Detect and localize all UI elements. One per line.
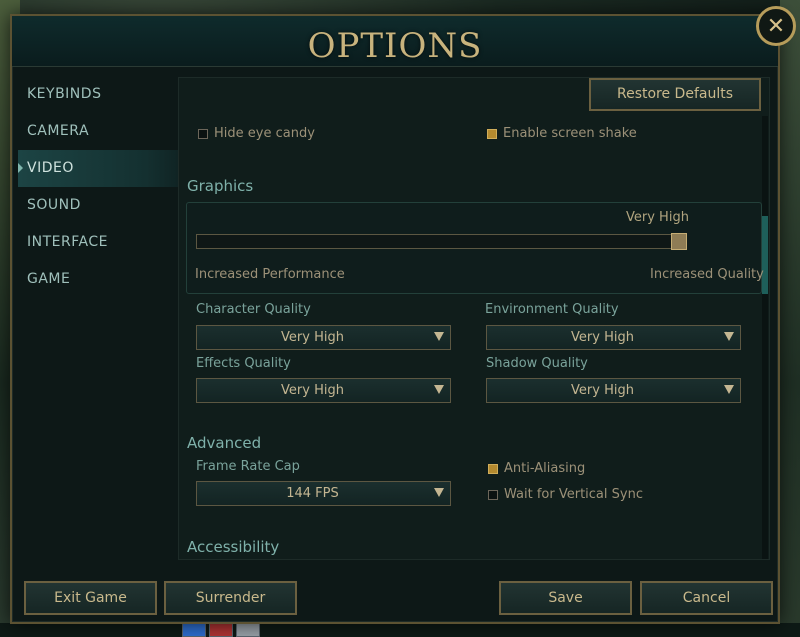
chevron-down-icon — [434, 385, 444, 394]
chevron-down-icon — [724, 332, 734, 341]
sidebar-item-interface[interactable]: INTERFACE — [18, 224, 178, 261]
save-button[interactable]: Save — [499, 581, 632, 615]
graphics-preset-value: Very High — [626, 210, 689, 225]
frame-rate-cap-label: Frame Rate Cap — [196, 459, 300, 474]
environment-quality-select[interactable]: Very High — [486, 325, 741, 350]
vsync-checkbox[interactable] — [488, 490, 498, 500]
taskbar-app-icon[interactable] — [182, 623, 206, 637]
sidebar: KEYBINDS CAMERA VIDEO SOUND INTERFACE GA… — [18, 76, 178, 298]
exit-game-button[interactable]: Exit Game — [24, 581, 157, 615]
enable-screen-shake-label: Enable screen shake — [503, 126, 637, 141]
shadow-quality-value: Very High — [571, 383, 634, 398]
character-quality-label: Character Quality — [196, 302, 311, 317]
frame-rate-cap-select[interactable]: 144 FPS — [196, 481, 451, 506]
taskbar-strip — [0, 623, 800, 637]
surrender-button[interactable]: Surrender — [164, 581, 297, 615]
slider-handle[interactable] — [671, 233, 687, 250]
increased-performance-label: Increased Performance — [195, 267, 345, 282]
cancel-button[interactable]: Cancel — [640, 581, 773, 615]
restore-defaults-button[interactable]: Restore Defaults — [589, 78, 761, 111]
increased-quality-label: Increased Quality — [650, 267, 764, 282]
character-quality-value: Very High — [281, 330, 344, 345]
shadow-quality-select[interactable]: Very High — [486, 378, 741, 403]
chevron-down-icon — [724, 385, 734, 394]
slider-fill — [197, 235, 685, 248]
effects-quality-label: Effects Quality — [196, 356, 291, 371]
sidebar-item-keybinds[interactable]: KEYBINDS — [18, 76, 178, 113]
sidebar-item-sound[interactable]: SOUND — [18, 187, 178, 224]
taskbar-app-icon[interactable] — [236, 623, 260, 637]
effects-quality-value: Very High — [281, 383, 344, 398]
hide-eye-candy-label: Hide eye candy — [214, 126, 315, 141]
frame-rate-cap-value: 144 FPS — [286, 486, 339, 501]
graphics-section-title: Graphics — [187, 177, 254, 195]
sidebar-item-video[interactable]: VIDEO — [18, 150, 178, 187]
sidebar-item-game[interactable]: GAME — [18, 261, 178, 298]
shadow-quality-label: Shadow Quality — [486, 356, 588, 371]
close-icon: ✕ — [766, 13, 786, 39]
close-button[interactable]: ✕ — [756, 6, 796, 46]
scrollbar-track[interactable] — [762, 116, 768, 559]
hide-eye-candy-checkbox[interactable] — [198, 129, 208, 139]
effects-quality-select[interactable]: Very High — [196, 378, 451, 403]
environment-quality-value: Very High — [571, 330, 634, 345]
anti-aliasing-label: Anti-Aliasing — [504, 461, 586, 476]
background-scene-right — [780, 0, 800, 637]
accessibility-section-title: Accessibility — [187, 538, 280, 556]
environment-quality-label: Environment Quality — [485, 302, 619, 317]
enable-screen-shake-checkbox[interactable] — [487, 129, 497, 139]
title-bar: OPTIONS — [12, 16, 778, 67]
anti-aliasing-checkbox[interactable] — [488, 464, 498, 474]
taskbar-app-icon[interactable] — [209, 623, 233, 637]
window-title: OPTIONS — [307, 26, 483, 66]
vsync-label: Wait for Vertical Sync — [504, 487, 643, 502]
character-quality-select[interactable]: Very High — [196, 325, 451, 350]
chevron-down-icon — [434, 332, 444, 341]
sidebar-item-camera[interactable]: CAMERA — [18, 113, 178, 150]
taskbar-icons — [182, 623, 260, 637]
advanced-section-title: Advanced — [187, 434, 262, 452]
scrollbar-thumb[interactable] — [762, 216, 768, 294]
graphics-quality-slider[interactable] — [196, 234, 686, 249]
chevron-down-icon — [434, 488, 444, 497]
